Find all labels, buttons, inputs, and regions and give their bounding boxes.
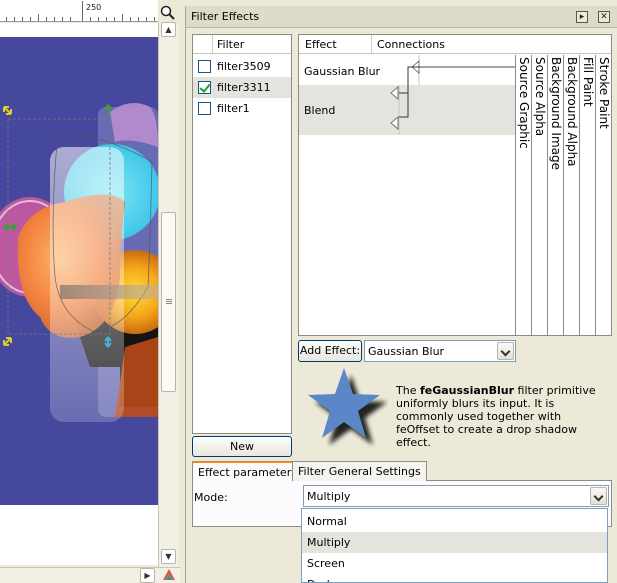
- filter-row[interactable]: filter1: [193, 98, 291, 119]
- mode-label: Mode:: [194, 491, 228, 504]
- input-source-graphic[interactable]: Source Graphic: [515, 55, 531, 335]
- connection-lines: [390, 55, 515, 135]
- mode-option[interactable]: Screen: [302, 553, 607, 574]
- filter-row[interactable]: filter3311: [193, 77, 291, 98]
- input-background-alpha[interactable]: Background Alpha: [563, 55, 579, 335]
- canvas-artwork[interactable]: [0, 37, 158, 505]
- ruler-label: 250: [86, 3, 102, 12]
- filter-label[interactable]: filter3311: [217, 81, 271, 94]
- new-filter-button[interactable]: New: [192, 436, 292, 457]
- filter-effects-dialog: Filter Effects ▸ ✕ Filter filter3509 fil…: [185, 6, 617, 583]
- input-fill-paint[interactable]: Fill Paint: [579, 55, 595, 335]
- mode-select[interactable]: Multiply: [303, 485, 609, 507]
- page-margin-bottom: [0, 505, 158, 565]
- effect-panel-header: Effect Connections: [299, 35, 611, 54]
- filter-checkbox[interactable]: [198, 81, 211, 94]
- filter-list: Filter filter3509 filter3311 filter1: [192, 34, 292, 434]
- effect-type-select[interactable]: Gaussian Blur: [364, 340, 516, 362]
- effect-description: The feGaussianBlur filter primitive unif…: [396, 384, 596, 449]
- tab-effect-parameters[interactable]: Effect parameters: [192, 461, 303, 482]
- scroll-up-button[interactable]: ▲: [161, 22, 176, 37]
- mode-option[interactable]: Normal: [302, 511, 607, 532]
- filter-checkbox[interactable]: [198, 60, 211, 73]
- dialog-title: Filter Effects: [191, 10, 260, 23]
- dialog-titlebar: Filter Effects ▸ ✕: [186, 6, 617, 28]
- filter-column-header[interactable]: Filter: [217, 38, 244, 51]
- settings-tabs: Effect parameters Filter General Setting…: [192, 461, 612, 482]
- effect-connections-panel: Effect Connections Gaussian Blur Blend S…: [298, 34, 612, 336]
- close-icon[interactable]: ✕: [598, 11, 610, 23]
- horizontal-ruler: 250: [0, 0, 158, 22]
- mode-dropdown-list[interactable]: Normal Multiply Screen Darken: [301, 508, 608, 583]
- filter-row[interactable]: filter3509: [193, 56, 291, 77]
- filter-primitive-star-icon: [308, 368, 387, 445]
- mode-option[interactable]: Darken: [302, 574, 607, 582]
- vertical-scroll-thumb[interactable]: [161, 212, 176, 392]
- input-stroke-paint[interactable]: Stroke Paint: [595, 55, 611, 335]
- chevron-down-icon[interactable]: [590, 487, 607, 505]
- filter-checkbox[interactable]: [198, 102, 211, 115]
- chevron-down-icon[interactable]: [497, 342, 514, 360]
- vertical-scrollbar[interactable]: ▲ ▼: [158, 22, 178, 567]
- effect-type-value: Gaussian Blur: [368, 345, 445, 358]
- add-effect-button[interactable]: Add Effect:: [298, 340, 362, 362]
- scroll-right-button[interactable]: ▶: [140, 568, 155, 583]
- connections-column-header[interactable]: Connections: [371, 35, 445, 53]
- description-prefix: The: [396, 384, 420, 397]
- zoom-icon[interactable]: [160, 5, 176, 21]
- filter-label[interactable]: filter3509: [217, 60, 271, 73]
- mode-option[interactable]: Multiply: [302, 532, 607, 553]
- scroll-down-button[interactable]: ▼: [161, 549, 176, 564]
- filter-list-header: Filter: [193, 35, 291, 54]
- page-margin-top: [0, 23, 158, 37]
- input-source-alpha[interactable]: Source Alpha: [531, 55, 547, 335]
- filter-label[interactable]: filter1: [217, 102, 250, 115]
- canvas-area[interactable]: 250 ▲ ▼ ▶: [0, 0, 180, 583]
- input-background-image[interactable]: Background Image: [547, 55, 563, 335]
- horizontal-scrollbar[interactable]: ▶: [0, 567, 180, 583]
- dock-toggle-icon[interactable]: ▸: [576, 11, 588, 23]
- description-primitive-name: feGaussianBlur: [419, 384, 515, 397]
- effect-column-header[interactable]: Effect: [305, 38, 337, 51]
- color-management-icon[interactable]: [162, 568, 176, 582]
- tab-filter-general-settings[interactable]: Filter General Settings: [292, 461, 427, 481]
- mode-select-value: Multiply: [307, 490, 351, 503]
